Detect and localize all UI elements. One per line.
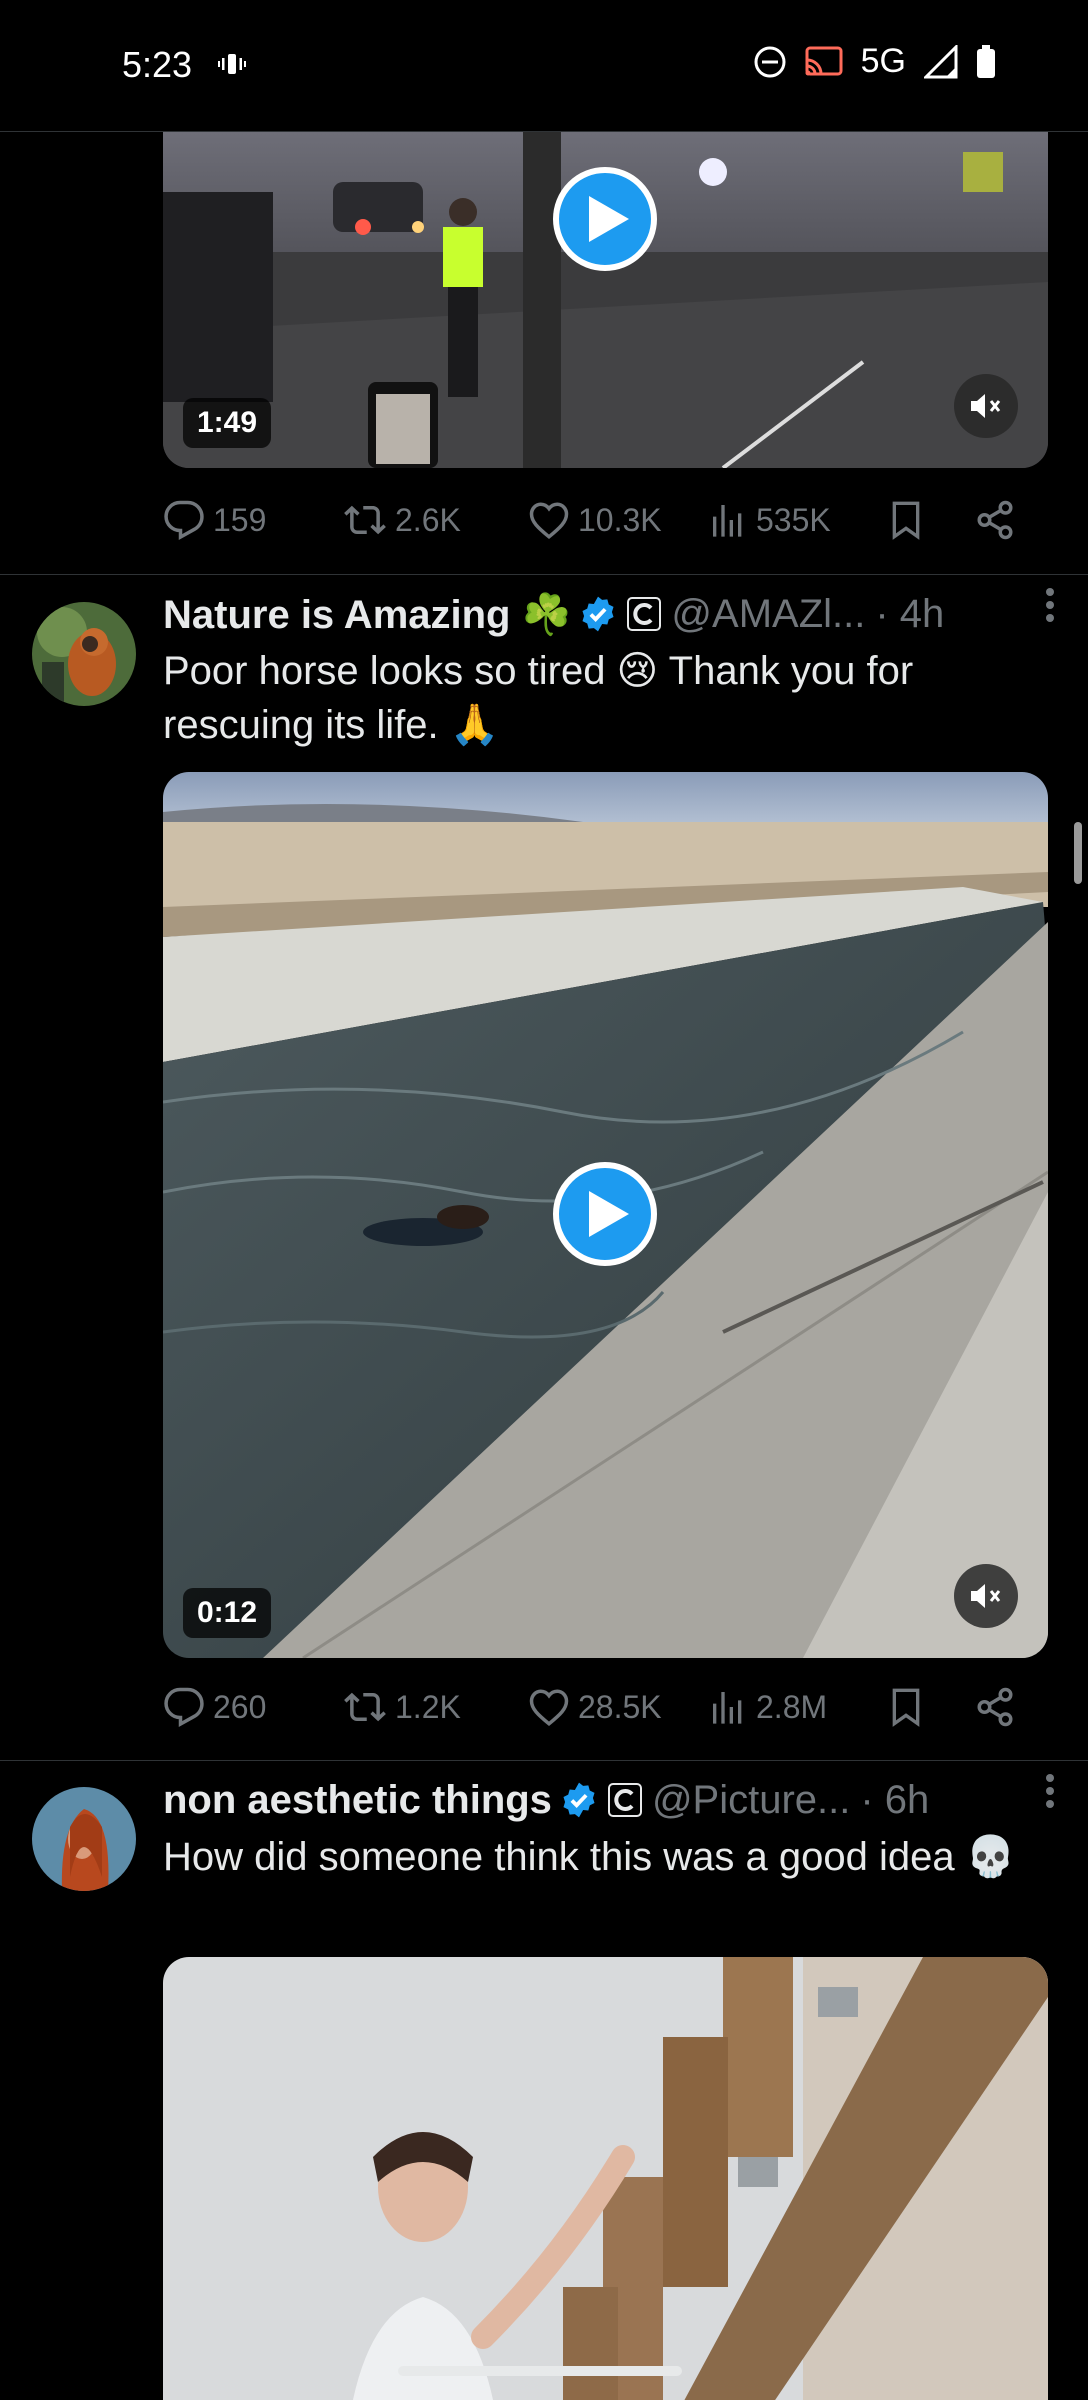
view-count: 2.8M <box>756 1688 828 1725</box>
bookmark-icon <box>892 1688 920 1727</box>
display-name[interactable]: Nature is Amazing ☘️ <box>163 591 571 638</box>
reply-count: 159 <box>213 501 267 538</box>
share-icon <box>977 500 1013 540</box>
retweet-icon <box>344 505 386 535</box>
tweet-video[interactable]: 0:12 <box>163 772 1048 1658</box>
more-options-icon[interactable] <box>1044 587 1056 633</box>
mute-button[interactable] <box>954 1564 1018 1628</box>
verified-icon <box>579 595 617 633</box>
home-indicator[interactable] <box>398 2366 682 2376</box>
reply-count: 260 <box>213 1688 267 1725</box>
like-button[interactable]: 10.3K <box>528 499 708 541</box>
network-label: 5G <box>860 42 906 80</box>
mute-icon <box>971 394 1001 418</box>
bookmark-button[interactable] <box>886 499 974 541</box>
tweet-photo <box>163 1957 1048 2400</box>
cast-icon <box>805 46 843 78</box>
affiliate-badge-icon <box>627 597 662 631</box>
retweet-count: 2.6K <box>395 501 461 538</box>
more-options-icon[interactable] <box>1044 1773 1056 1819</box>
dnd-icon <box>753 45 787 79</box>
analytics-icon <box>713 505 742 537</box>
play-button[interactable] <box>553 167 657 271</box>
status-time: 5:23 <box>122 44 193 85</box>
video-duration: 1:49 <box>183 398 272 448</box>
reply-icon <box>164 500 204 540</box>
tweet-divider <box>0 574 1088 575</box>
verified-icon <box>560 1781 598 1819</box>
avatar[interactable] <box>32 602 136 706</box>
bookmark-icon <box>892 501 920 540</box>
reply-button[interactable]: 159 <box>163 499 343 541</box>
tweet-image[interactable] <box>163 1957 1048 2400</box>
timestamp[interactable]: · 4h <box>875 592 944 637</box>
tweet-header: Nature is Amazing ☘️ @AMAZl... · 4h <box>163 584 1048 644</box>
share-button[interactable] <box>974 499 1016 541</box>
share-icon <box>977 1687 1013 1727</box>
handle[interactable]: @AMAZl... <box>671 592 865 637</box>
scrollbar-thumb[interactable] <box>1074 822 1082 884</box>
bookmark-button[interactable] <box>886 1686 974 1728</box>
timestamp[interactable]: · 6h <box>860 1778 929 1823</box>
signal-icon <box>924 44 958 79</box>
display-name[interactable]: non aesthetic things <box>163 1778 552 1823</box>
tweet-header: non aesthetic things @Picture... · 6h <box>163 1770 1048 1830</box>
battery-icon <box>976 44 996 79</box>
view-count: 535K <box>756 501 831 538</box>
affiliate-badge-icon <box>607 1783 642 1817</box>
reply-button[interactable]: 260 <box>163 1686 343 1728</box>
vibrate-icon <box>218 50 246 85</box>
handle[interactable]: @Picture... <box>652 1778 850 1823</box>
heart-icon <box>529 1689 569 1727</box>
share-button[interactable] <box>974 1686 1016 1728</box>
views-button[interactable]: 535K <box>708 500 886 540</box>
retweet-count: 1.2K <box>395 1688 461 1725</box>
retweet-icon <box>344 1692 386 1722</box>
status-icons: 5G <box>753 42 996 81</box>
tweet-divider <box>0 1760 1088 1761</box>
tweet-text: How did someone think this was a good id… <box>163 1835 1016 1879</box>
play-icon <box>589 196 629 242</box>
tweet-actions: 159 2.6K 10.3K 535K <box>163 490 1048 550</box>
mute-icon <box>971 1584 1001 1608</box>
avatar-image <box>32 602 136 706</box>
mute-button[interactable] <box>954 374 1018 438</box>
heart-icon <box>529 502 569 540</box>
like-count: 28.5K <box>578 1688 662 1725</box>
tweet-text: Poor horse looks so tired 😢 Thank you fo… <box>163 649 914 747</box>
analytics-icon <box>713 1692 742 1724</box>
status-bar: 5:23 5G <box>0 0 1088 132</box>
tweet-actions: 260 1.2K 28.5K 2.8M <box>163 1677 1048 1737</box>
like-button[interactable]: 28.5K <box>528 1686 708 1728</box>
like-count: 10.3K <box>578 501 662 538</box>
timeline-feed[interactable]: 1:49 159 2.6K 10.3K 535K Nature is Amazi… <box>0 132 1088 2400</box>
retweet-button[interactable]: 1.2K <box>343 1686 528 1728</box>
play-icon <box>589 1191 629 1237</box>
play-button[interactable] <box>553 1162 657 1266</box>
retweet-button[interactable]: 2.6K <box>343 499 528 541</box>
video-duration: 0:12 <box>183 1588 272 1638</box>
avatar-image <box>32 1787 136 1891</box>
avatar[interactable] <box>32 1787 136 1891</box>
views-button[interactable]: 2.8M <box>708 1687 886 1727</box>
tweet-video[interactable]: 1:49 <box>163 132 1048 468</box>
reply-icon <box>164 1687 204 1727</box>
